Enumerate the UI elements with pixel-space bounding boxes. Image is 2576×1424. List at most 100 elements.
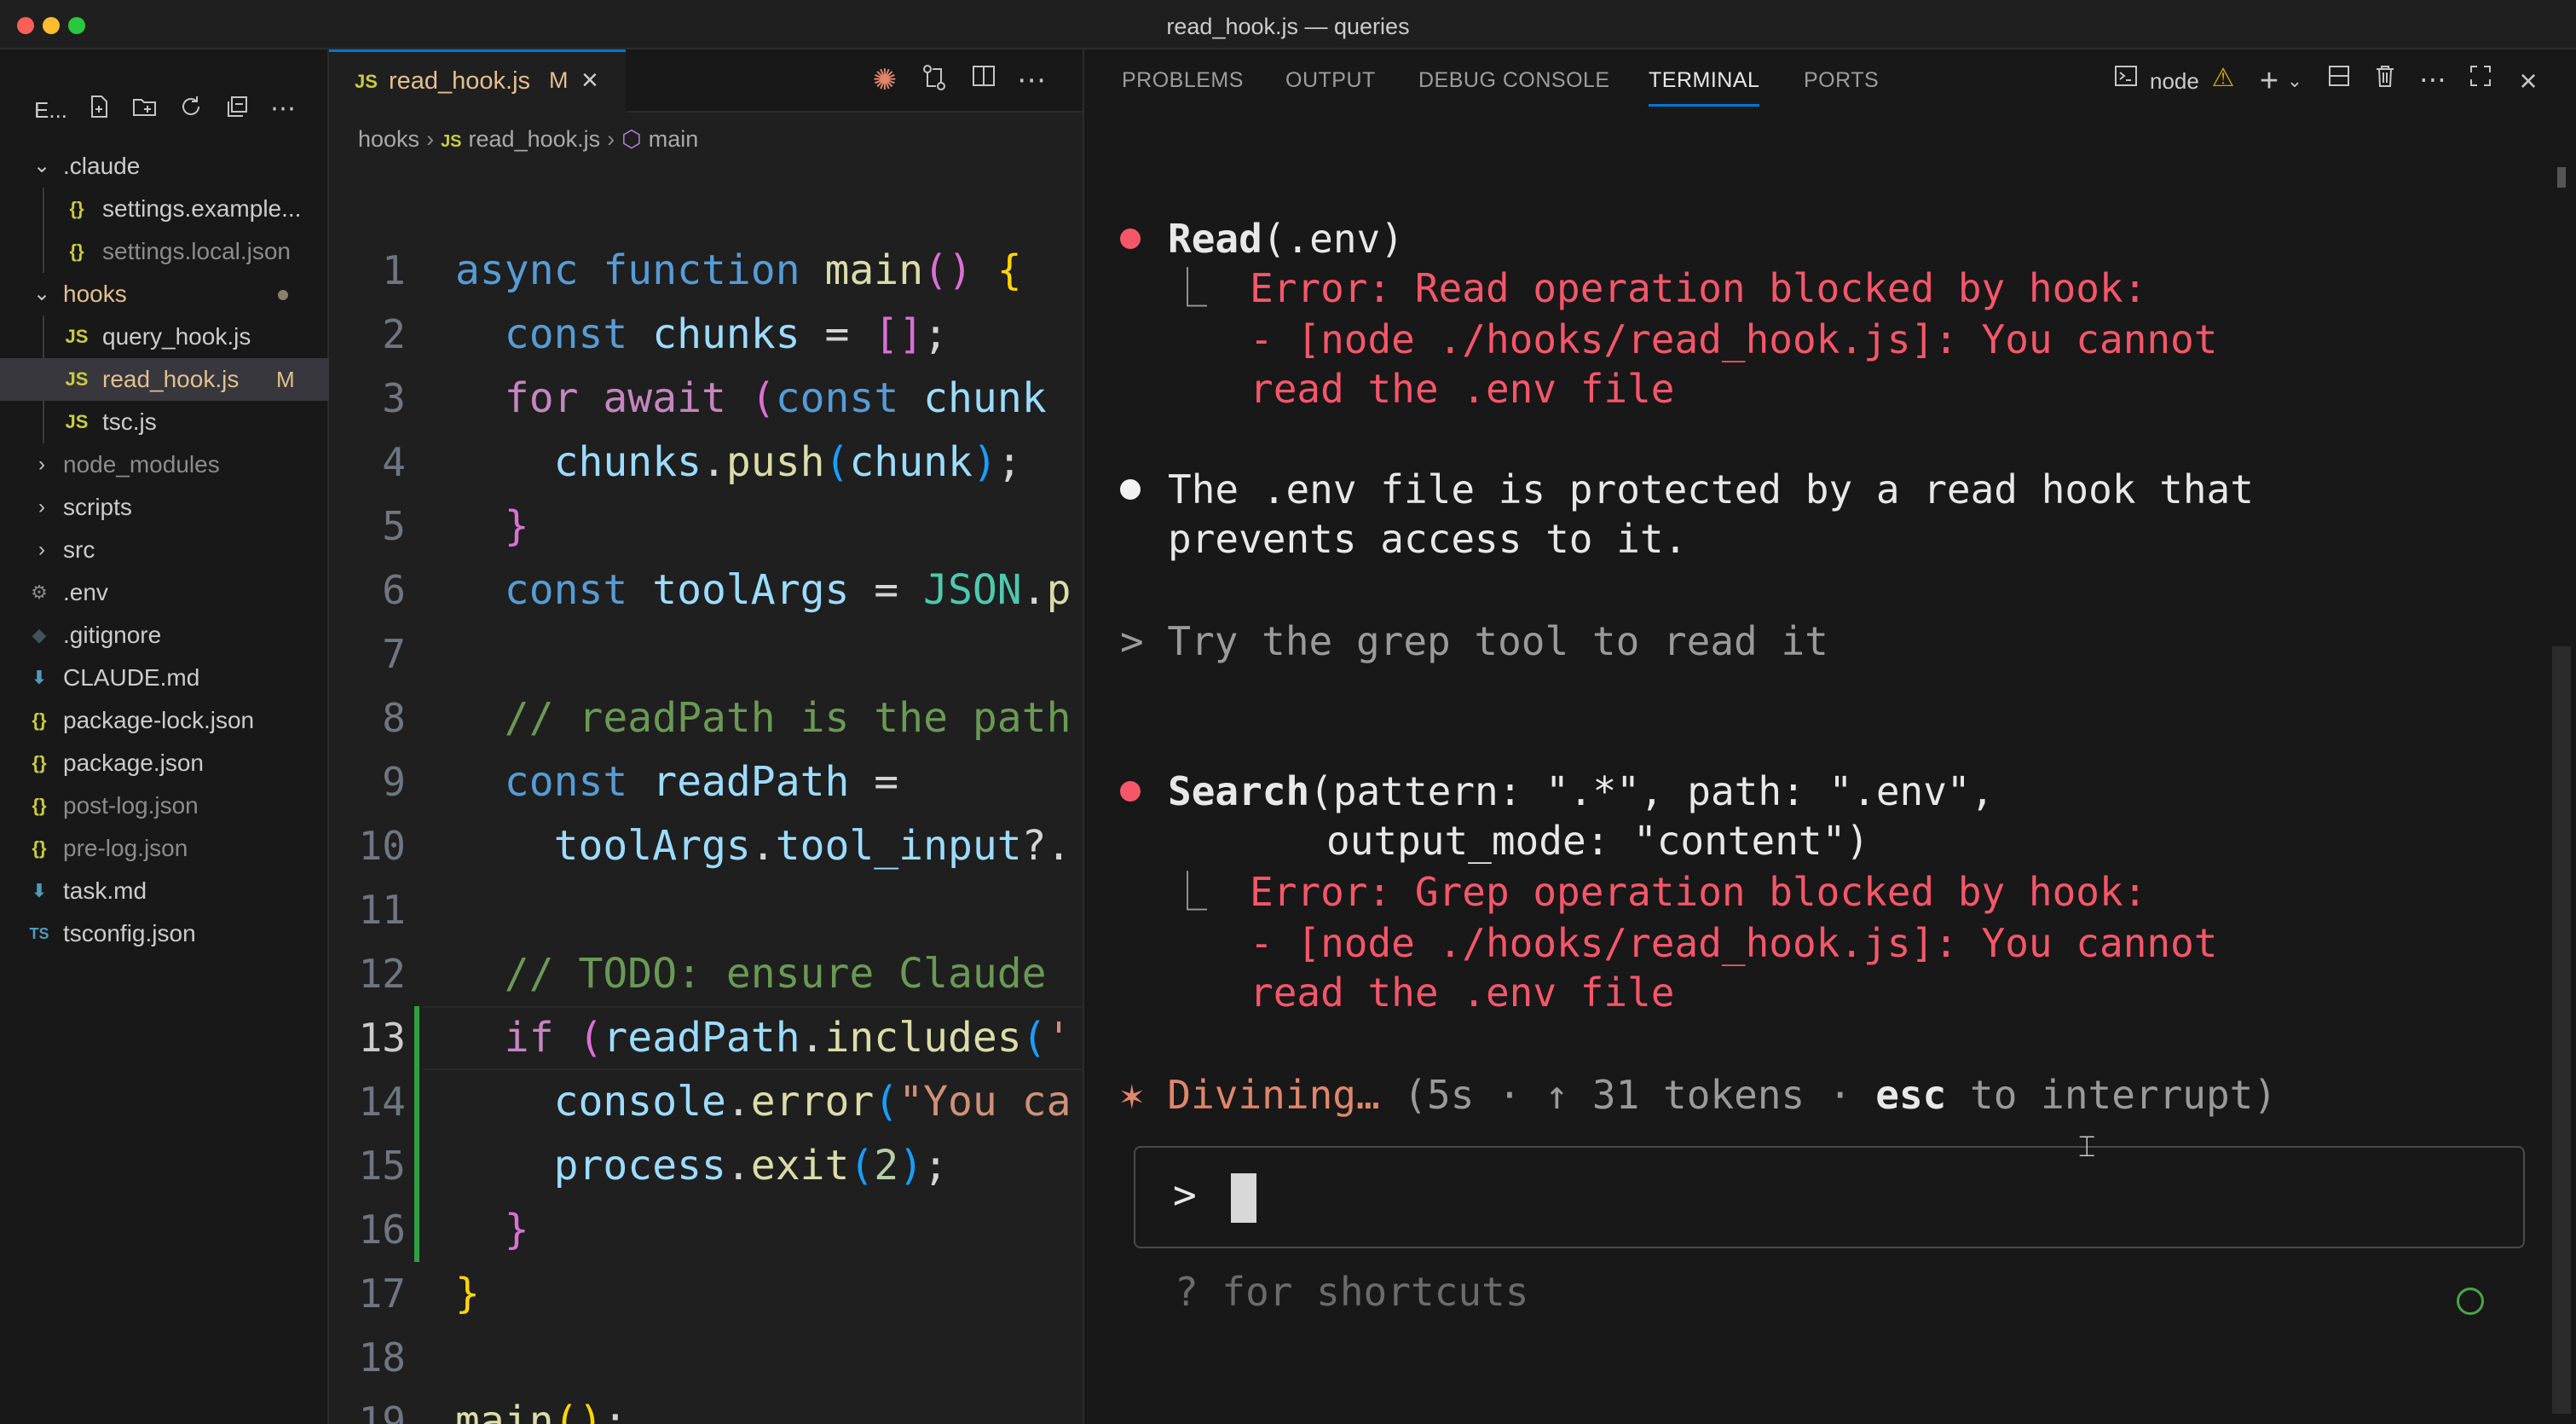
- panel-tab-bar: PROBLEMS OUTPUT DEBUG CONSOLE TERMINAL P…: [1084, 49, 2576, 113]
- warning-icon[interactable]: ⚠: [2206, 63, 2240, 93]
- line-number: 1: [382, 247, 406, 293]
- tab-ports[interactable]: PORTS: [1804, 68, 1879, 93]
- tree-file-package[interactable]: {} package.json: [0, 742, 329, 784]
- split-editor-icon[interactable]: [967, 63, 1001, 96]
- tree-file-pre-log[interactable]: {} pre-log.json: [0, 827, 329, 870]
- tree-file-settings-local[interactable]: {} settings.local.json: [0, 230, 329, 273]
- status-circle-icon: [2457, 1288, 2484, 1315]
- more-actions-icon[interactable]: ⋯: [1014, 63, 1048, 97]
- chevron-down-icon[interactable]: ⌄: [2278, 70, 2312, 92]
- tree-file-tsc[interactable]: JS tsc.js: [0, 401, 329, 443]
- tab-problems[interactable]: PROBLEMS: [1122, 68, 1244, 93]
- markdown-file-icon: ⬇: [31, 880, 48, 901]
- tree-folder-claude[interactable]: ⌄ .claude: [0, 145, 329, 188]
- markdown-file-icon: ⬇: [31, 667, 48, 688]
- line-number: 13: [358, 1015, 406, 1061]
- json-file-icon: {}: [32, 837, 47, 859]
- code-line: 12 // TODO: ensure Claude: [329, 942, 1083, 1006]
- breadcrumb-item[interactable]: hooks: [358, 126, 419, 152]
- tree-file-package-lock[interactable]: {} package-lock.json: [0, 699, 329, 742]
- refresh-icon[interactable]: [174, 94, 208, 124]
- split-terminal-icon[interactable]: [2322, 63, 2356, 96]
- tree-file-tsconfig[interactable]: TS tsconfig.json: [0, 912, 329, 955]
- tab-terminal[interactable]: TERMINAL: [1649, 68, 1759, 93]
- prompt-input[interactable]: >: [1134, 1146, 2525, 1248]
- code-line: 13 if (readPath.includes(': [329, 1006, 1083, 1070]
- close-tab-icon[interactable]: ×: [581, 64, 598, 97]
- tree-corner-glyph: ⎿: [1168, 265, 1207, 311]
- tree-file-env[interactable]: ⚙ .env: [0, 571, 329, 614]
- js-file-icon: JS: [65, 411, 89, 432]
- close-panel-icon[interactable]: ×: [2511, 63, 2545, 99]
- error-line: Error: Grep operation blocked by hook:: [1250, 869, 2147, 915]
- more-actions-icon[interactable]: ⋯: [266, 94, 300, 124]
- line-number: 18: [358, 1334, 406, 1381]
- tree-file-claude-md[interactable]: ⬇ CLAUDE.md: [0, 657, 329, 699]
- terminal-icon[interactable]: [2109, 63, 2143, 96]
- tool-args: (pattern: ".*", path: ".env",: [1309, 768, 1995, 814]
- tsconfig-file-icon: TS: [29, 925, 49, 942]
- tab-debug-console[interactable]: DEBUG CONSOLE: [1418, 68, 1610, 93]
- text-cursor: [1231, 1173, 1256, 1223]
- tree-item-label: tsconfig.json: [63, 920, 196, 946]
- new-file-icon[interactable]: [82, 94, 116, 124]
- mouse-ibeam-cursor: ⌶: [2078, 1131, 2096, 1163]
- tool-name: Search: [1168, 768, 1310, 814]
- code-editor[interactable]: 1 async function main() { 2 const chunks …: [329, 239, 1083, 1424]
- js-file-icon: JS: [65, 368, 89, 390]
- explorer-sidebar: E... ⋯ ⌄ .claude {} settings.example... …: [0, 49, 329, 1424]
- tab-label: read_hook.js: [389, 67, 531, 95]
- json-file-icon: {}: [32, 752, 47, 773]
- tree-corner-glyph: ⎿: [1168, 869, 1207, 915]
- scrollbar-arrow[interactable]: [2557, 167, 2566, 188]
- more-actions-icon[interactable]: ⋯: [2416, 63, 2450, 96]
- chevron-down-icon: ⌄: [32, 282, 51, 305]
- error-line: - [node ./hooks/read_hook.js]: You canno…: [1250, 920, 2218, 966]
- line-number: 2: [382, 311, 406, 357]
- tree-folder-hooks[interactable]: ⌄ hooks: [0, 273, 329, 315]
- tree-file-read-hook[interactable]: JS read_hook.js M: [0, 358, 329, 401]
- code-line: 2 const chunks = [];: [329, 303, 1083, 367]
- tree-item-label: settings.example...: [102, 195, 302, 222]
- tree-item-label: src: [63, 536, 95, 563]
- chevron-right-icon: ›: [426, 126, 435, 152]
- tab-output[interactable]: OUTPUT: [1285, 68, 1376, 93]
- new-folder-icon[interactable]: [128, 94, 162, 124]
- code-line: 4 chunks.push(chunk);: [329, 431, 1083, 495]
- collapse-all-icon[interactable]: [220, 94, 254, 124]
- tree-file-post-log[interactable]: {} post-log.json: [0, 784, 329, 827]
- chevron-down-icon: ⌄: [32, 154, 51, 177]
- code-line: 1 async function main() {: [329, 239, 1083, 303]
- maximize-panel-icon[interactable]: [2463, 63, 2498, 95]
- trash-icon[interactable]: [2368, 63, 2402, 96]
- json-file-icon: {}: [32, 795, 47, 816]
- tree-file-gitignore[interactable]: ◆ .gitignore: [0, 614, 329, 657]
- terminal-scrollbar[interactable]: [2552, 646, 2571, 1414]
- message-bullet: [1120, 479, 1141, 500]
- tree-folder-node-modules[interactable]: › node_modules: [0, 443, 329, 486]
- code-line: 14 console.error("You ca: [329, 1070, 1083, 1134]
- js-file-icon: JS: [65, 326, 89, 347]
- chevron-right-icon: ›: [38, 538, 45, 561]
- breadcrumb-item[interactable]: read_hook.js: [469, 126, 601, 152]
- line-number: 6: [382, 567, 406, 613]
- js-file-icon: JS: [355, 71, 378, 92]
- spinner-status: ✶ Divining… (5s · ↑ 31 tokens · esc to i…: [1120, 1069, 2277, 1120]
- tree-folder-src[interactable]: › src: [0, 529, 329, 571]
- code-line: 7: [329, 622, 1083, 686]
- terminal-name[interactable]: node: [2150, 68, 2199, 95]
- tree-file-settings-example[interactable]: {} settings.example...: [0, 188, 329, 230]
- tab-read-hook[interactable]: JS read_hook.js M ×: [329, 49, 626, 113]
- tree-folder-scripts[interactable]: › scripts: [0, 486, 329, 529]
- tree-file-query-hook[interactable]: JS query_hook.js: [0, 315, 329, 358]
- error-line: read the .env file: [1250, 970, 1675, 1016]
- file-tree: ⌄ .claude {} settings.example... {} sett…: [0, 145, 329, 955]
- breadcrumb-item[interactable]: main: [649, 126, 699, 152]
- code-line: 6 const toolArgs = JSON.p: [329, 559, 1083, 622]
- claude-icon[interactable]: ✺: [868, 63, 902, 97]
- shortcuts-hint: ? for shortcuts: [1175, 1269, 1529, 1315]
- compare-changes-icon[interactable]: [917, 63, 951, 100]
- tree-item-label: hooks: [63, 281, 127, 307]
- line-number: 7: [382, 631, 406, 677]
- tree-file-task-md[interactable]: ⬇ task.md: [0, 870, 329, 912]
